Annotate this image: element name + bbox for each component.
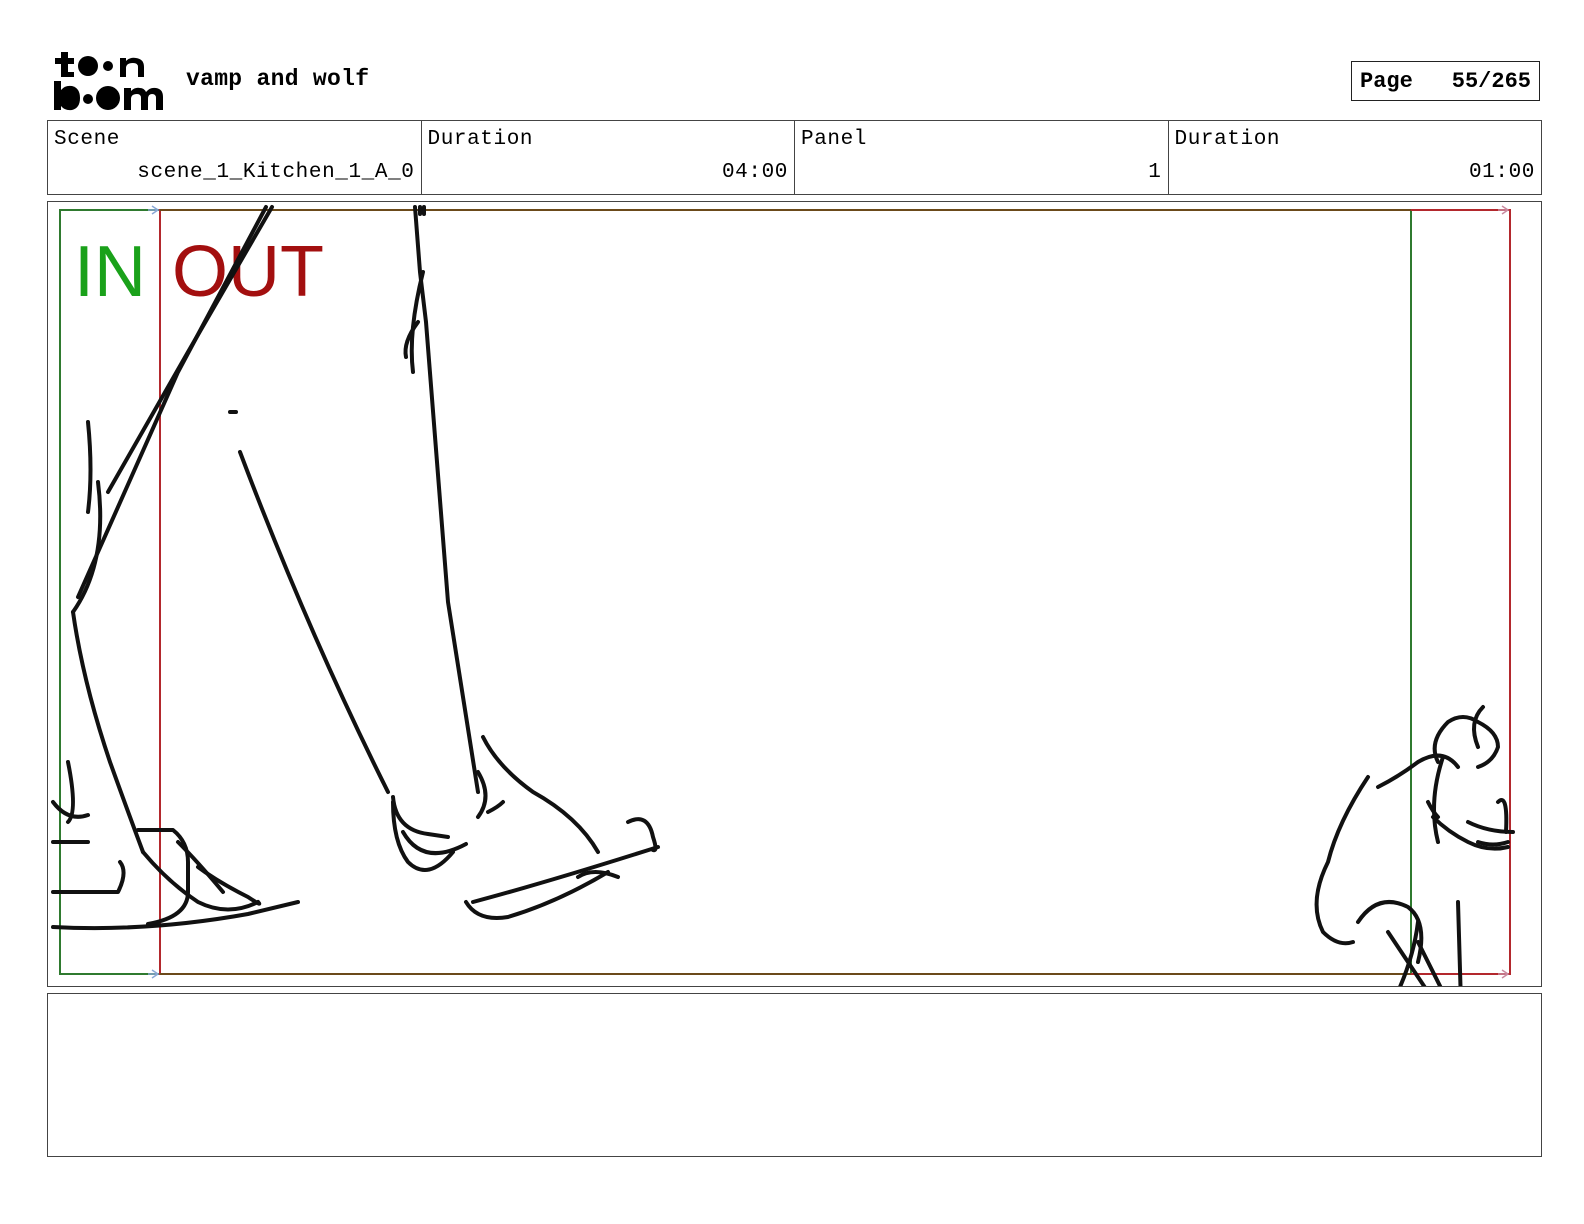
panel-duration-label: Duration xyxy=(1174,128,1281,151)
panel-sketch: IN OUT xyxy=(51,205,1515,986)
in-label: IN xyxy=(74,232,146,312)
toonboom-logo xyxy=(54,52,163,111)
scene-duration-cell: Duration 04:00 xyxy=(422,121,795,194)
scene-duration-value: 04:00 xyxy=(721,161,788,184)
scene-duration-label: Duration xyxy=(427,128,534,151)
camera-move-arrow xyxy=(1498,205,1510,215)
camera-move-arrow xyxy=(148,969,160,979)
camera-move-arrow xyxy=(148,205,160,215)
project-title: vamp and wolf xyxy=(186,66,370,92)
panel-info-table: Scene scene_1_Kitchen_1_A_0 Duration 04:… xyxy=(47,120,1542,195)
camera-move-arrow xyxy=(1498,969,1510,979)
page-number: 55/265 xyxy=(1451,68,1531,94)
panel-label: Panel xyxy=(801,128,868,151)
panel-duration-cell: Duration 01:00 xyxy=(1169,121,1542,194)
scene-cell: Scene scene_1_Kitchen_1_A_0 xyxy=(48,121,422,194)
storyboard-panel: IN OUT xyxy=(47,201,1542,987)
panel-notes-box xyxy=(47,993,1542,1157)
sketch-strokes xyxy=(51,205,1515,986)
page-label: Page xyxy=(1360,68,1413,94)
in-camera-frame xyxy=(59,209,1412,975)
panel-cell: Panel 1 xyxy=(795,121,1169,194)
scene-value: scene_1_Kitchen_1_A_0 xyxy=(137,161,415,184)
scene-label: Scene xyxy=(54,128,121,151)
out-camera-frame xyxy=(159,209,1511,975)
page-indicator: Page 55/265 xyxy=(1351,61,1540,101)
panel-value: 1 xyxy=(1148,161,1162,184)
panel-duration-value: 01:00 xyxy=(1468,161,1535,184)
